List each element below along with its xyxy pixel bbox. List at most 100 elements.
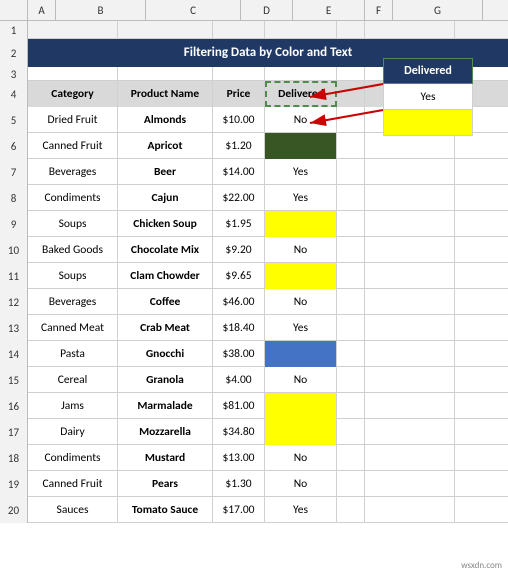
row-10: 10 Baked Goods Chocolate Mix $9.20 No (0, 237, 508, 263)
cell-3d (213, 67, 265, 81)
cell-13c: Crab Meat (118, 315, 213, 341)
row-16: 16 Jams Marmalade $81.00 (0, 393, 508, 419)
cell-13d: $18.40 (213, 315, 265, 341)
cell-15g (365, 367, 455, 393)
col-header-b: B (56, 0, 146, 20)
row-19: 19 Canned Fruit Pears $1.30 No (0, 471, 508, 497)
cell-9f (337, 211, 365, 237)
cell-11c: Clam Chowder (118, 263, 213, 289)
cell-18f (337, 445, 365, 471)
cell-14e (265, 341, 337, 367)
rownum-12: 12 (0, 289, 28, 315)
row-6: 6 Canned Fruit Apricot $1.20 (0, 133, 508, 159)
g-yellow-cell (383, 110, 473, 136)
cell-15e: No (265, 367, 337, 393)
cell-8g (365, 185, 455, 211)
cell-9c: Chicken Soup (118, 211, 213, 237)
row-18: 18 Condiments Mustard $13.00 No (0, 445, 508, 471)
cell-19e: No (265, 471, 337, 497)
rownum-8: 8 (0, 185, 28, 211)
cell-3b (28, 67, 118, 81)
cell-8f (337, 185, 365, 211)
g-yes-cell: Yes (383, 84, 473, 110)
rownum-20: 20 (0, 497, 28, 523)
rownum-11: 11 (0, 263, 28, 289)
cell-1b (28, 21, 118, 39)
cell-16e (265, 393, 337, 419)
cell-18g (365, 445, 455, 471)
cell-19d: $1.30 (213, 471, 265, 497)
cell-12b: Beverages (28, 289, 118, 315)
cell-6g (365, 133, 455, 159)
cell-12f (337, 289, 365, 315)
header-category: Category (28, 81, 118, 107)
cell-19c: Pears (118, 471, 213, 497)
cell-19g (365, 471, 455, 497)
cell-12e: No (265, 289, 337, 315)
rownum-3: 3 (0, 67, 28, 81)
cell-5f (337, 107, 365, 133)
cell-15b: Cereal (28, 367, 118, 393)
rownum-14: 14 (0, 341, 28, 367)
cell-19f (337, 471, 365, 497)
cell-3c (118, 67, 213, 81)
cell-20b: Sauces (28, 497, 118, 523)
column-headers: A B C D E F G (0, 0, 508, 21)
g-delivered-box: Delivered Yes (383, 58, 473, 136)
cell-7c: Beer (118, 159, 213, 185)
cell-7b: Beverages (28, 159, 118, 185)
cell-6c: Apricot (118, 133, 213, 159)
cell-18e: No (265, 445, 337, 471)
cell-16g (365, 393, 455, 419)
cell-18b: Condiments (28, 445, 118, 471)
rownum-10: 10 (0, 237, 28, 263)
cell-9e (265, 211, 337, 237)
cell-18d: $13.00 (213, 445, 265, 471)
cell-1c (118, 21, 213, 39)
cell-9b: Soups (28, 211, 118, 237)
cell-11d: $9.65 (213, 263, 265, 289)
row-20: 20 Sauces Tomato Sauce $17.00 Yes (0, 497, 508, 523)
cell-1e (265, 21, 337, 39)
rownum-1: 1 (0, 21, 28, 39)
row-1: 1 (0, 21, 508, 39)
cell-11e (265, 263, 337, 289)
cell-17g (365, 419, 455, 445)
cell-9d: $1.95 (213, 211, 265, 237)
cell-7g (365, 159, 455, 185)
cell-15f (337, 367, 365, 393)
col-header-g: G (393, 0, 483, 20)
cell-13b: Canned Meat (28, 315, 118, 341)
cell-16f (337, 393, 365, 419)
cell-10g (365, 237, 455, 263)
col-header-d: D (241, 0, 293, 20)
rownum-17: 17 (0, 419, 28, 445)
rownum-4: 4 (0, 81, 28, 107)
cell-17b: Dairy (28, 419, 118, 445)
row-12: 12 Beverages Coffee $46.00 No (0, 289, 508, 315)
cell-5d: $10.00 (213, 107, 265, 133)
row-13: 13 Canned Meat Crab Meat $18.40 Yes (0, 315, 508, 341)
g-delivered-label: Delivered (383, 58, 473, 84)
cell-4f (337, 81, 365, 107)
cell-8b: Condiments (28, 185, 118, 211)
header-product-name: Product Name (118, 81, 213, 107)
cell-17c: Mozzarella (118, 419, 213, 445)
rownum-16: 16 (0, 393, 28, 419)
row-17: 17 Dairy Mozzarella $34.80 (0, 419, 508, 445)
header-delivered: Delivered (265, 81, 337, 107)
cell-11g (365, 263, 455, 289)
rownum-19: 19 (0, 471, 28, 497)
cell-13g (365, 315, 455, 341)
corner-header (0, 0, 28, 20)
cell-19b: Canned Fruit (28, 471, 118, 497)
rownum-9: 9 (0, 211, 28, 237)
cell-10d: $9.20 (213, 237, 265, 263)
cell-17f (337, 419, 365, 445)
cell-1f (337, 21, 365, 39)
cell-14c: Gnocchi (118, 341, 213, 367)
cell-5b: Dried Fruit (28, 107, 118, 133)
cell-6e (265, 133, 337, 159)
cell-20f (337, 497, 365, 523)
col-header-c: C (146, 0, 241, 20)
